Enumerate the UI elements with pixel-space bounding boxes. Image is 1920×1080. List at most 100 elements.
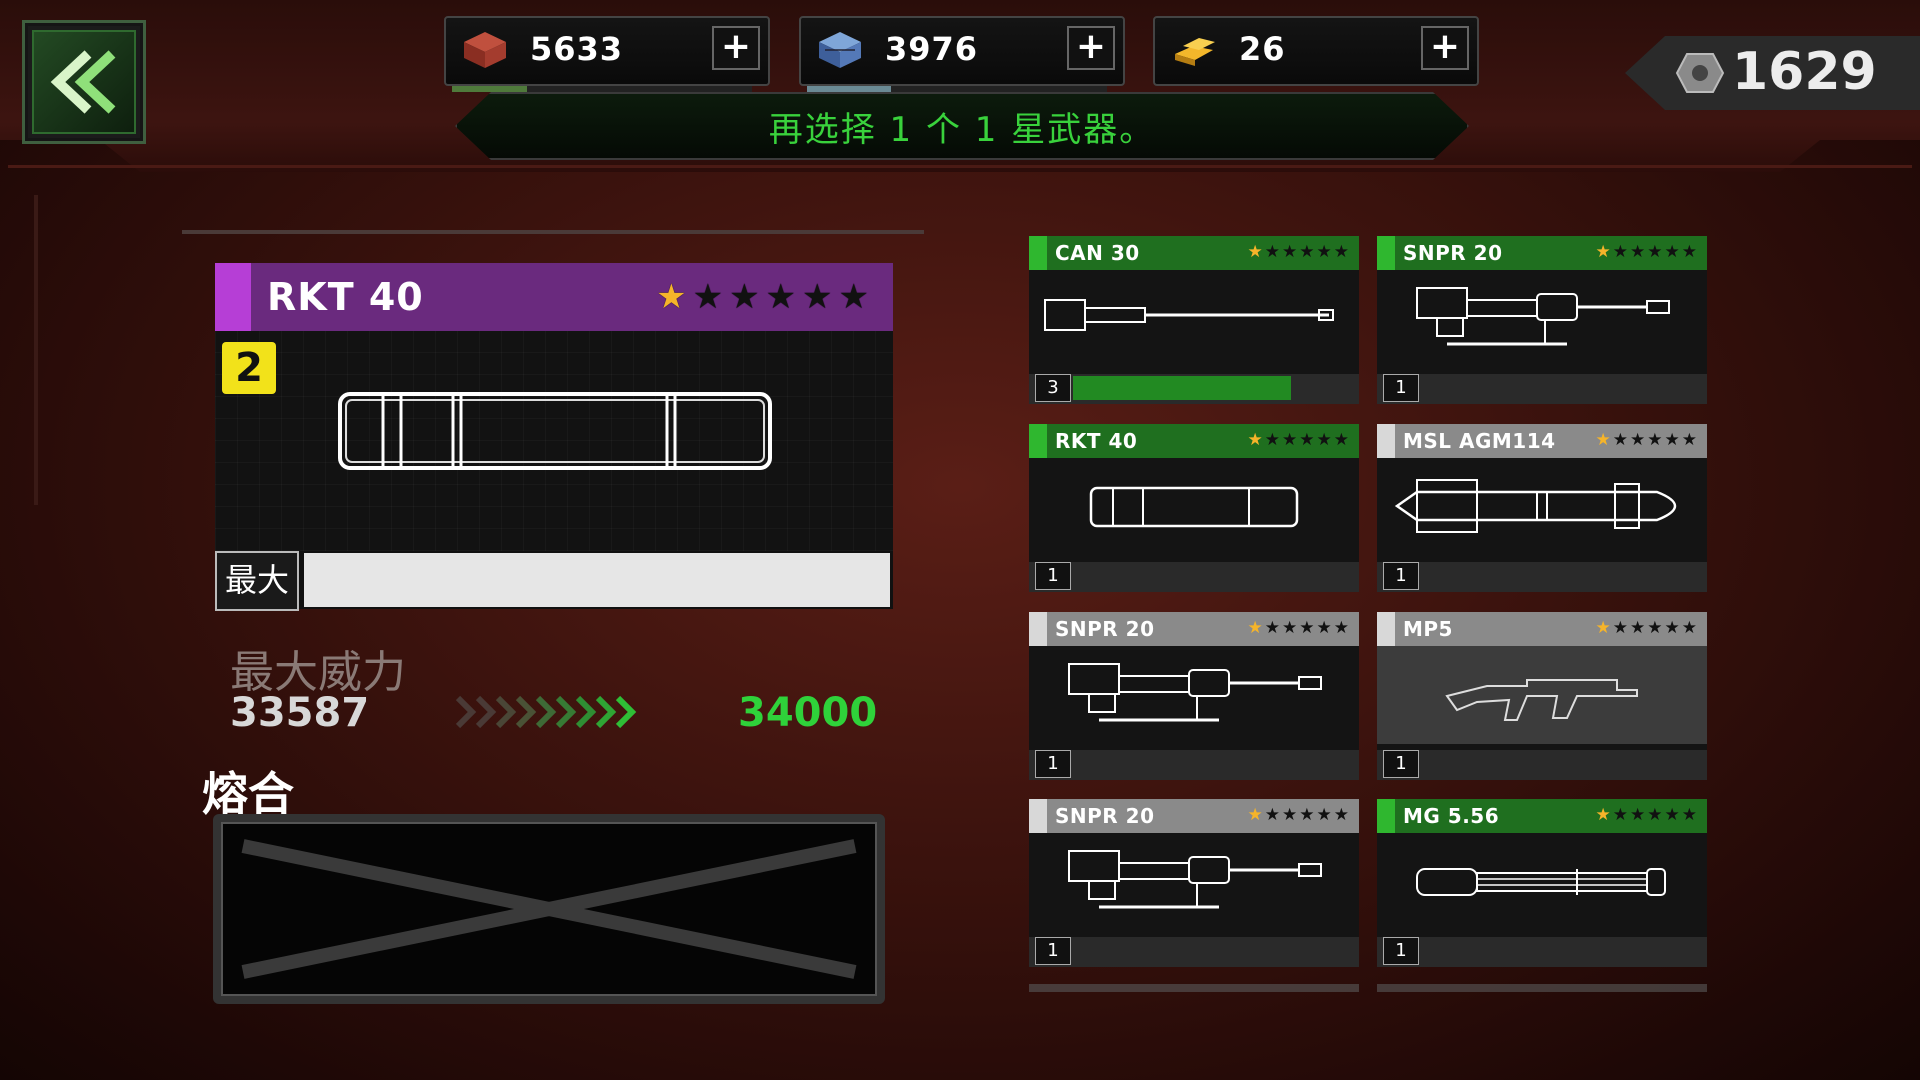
weapon-card-footer <box>1377 374 1707 404</box>
smg-icon <box>1377 646 1707 744</box>
weapon-count: 1 <box>1035 750 1071 778</box>
tier-swatch <box>1029 612 1047 646</box>
weapon-card-footer <box>1377 562 1707 592</box>
missile-icon <box>1394 479 1677 533</box>
red-crate-icon <box>464 32 506 68</box>
star-icon: ★ <box>1681 242 1697 262</box>
weapon-stars: ★ ★ ★ ★ ★ ★ <box>1596 618 1698 638</box>
star-icon: ★ <box>1664 430 1680 450</box>
back-button-face <box>32 30 136 134</box>
weapon-card-footer <box>1029 937 1359 967</box>
star-icon: ★ <box>1316 430 1332 450</box>
back-button[interactable] <box>22 20 146 144</box>
star-icon: ★ <box>1681 430 1697 450</box>
weapon-card[interactable]: SNPR 20 ★ ★ ★ ★ ★ ★ 1 <box>1377 236 1707 404</box>
weapon-card[interactable]: MG 5.56 ★ ★ ★ ★ ★ ★ 1 <box>1377 799 1707 967</box>
weapon-stars: ★ ★ ★ ★ ★ ★ <box>1596 430 1698 450</box>
gem-counter: 1629 <box>1625 36 1920 110</box>
star-icon: ★ <box>1316 242 1332 262</box>
star-icon: ★ <box>1612 618 1628 638</box>
star-icon: ★ <box>1282 805 1298 825</box>
weapon-stars: ★ ★ ★ ★ ★ ★ <box>1596 805 1698 825</box>
weapon-card[interactable]: CAN 30 ★ ★ ★ ★ ★ ★ 3 <box>1029 236 1359 404</box>
weapon-count: 1 <box>1035 562 1071 590</box>
sniper-icon <box>1068 850 1322 909</box>
star-icon: ★ <box>1299 242 1315 262</box>
weapon-card[interactable]: MSL AGM114 ★ ★ ★ ★ ★ ★ 1 <box>1377 424 1707 592</box>
power-next: 34000 <box>738 690 878 736</box>
weapon-stars: ★ ★ ★ ★ ★ ★ <box>1596 242 1698 262</box>
weapon-name: SNPR 20 <box>1403 241 1503 265</box>
star-icon: ★ <box>656 277 687 317</box>
weapon-card-header: MSL AGM114 ★ ★ ★ ★ ★ ★ <box>1377 424 1707 458</box>
power-current: 33587 <box>230 690 370 736</box>
fuse-slot-empty <box>221 822 877 996</box>
weapon-name: RKT 40 <box>1055 429 1138 453</box>
star-icon: ★ <box>1647 805 1663 825</box>
star-icon: ★ <box>1630 242 1646 262</box>
weapon-stars: ★ ★ ★ ★ ★ ★ <box>1248 242 1350 262</box>
star-icon: ★ <box>1681 805 1697 825</box>
resource-blue-crate: 3976 + <box>799 16 1125 92</box>
hex-nut-icon <box>1675 53 1725 93</box>
weapon-card[interactable]: SNPR 20 ★ ★ ★ ★ ★ ★ 1 <box>1029 612 1359 780</box>
star-icon: ★ <box>1264 618 1280 638</box>
weapon-name: MG 5.56 <box>1403 804 1500 828</box>
star-icon: ★ <box>1333 430 1349 450</box>
instruction-text: 再选择 1 个 1 星武器。 <box>768 109 1156 150</box>
weapon-card[interactable]: SNPR 20 ★ ★ ★ ★ ★ ★ 1 <box>1029 799 1359 967</box>
star-icon: ★ <box>1681 618 1697 638</box>
weapon-count: 1 <box>1383 937 1419 965</box>
weapon-name: SNPR 20 <box>1055 804 1155 828</box>
fuse-slot[interactable] <box>213 814 885 1004</box>
star-icon: ★ <box>1664 805 1680 825</box>
weapon-name: MP5 <box>1403 617 1453 641</box>
star-icon: ★ <box>1316 618 1332 638</box>
gold-bars-icon <box>1175 38 1215 66</box>
star-icon: ★ <box>1333 805 1349 825</box>
star-icon: ★ <box>1630 805 1646 825</box>
star-icon: ★ <box>1264 805 1280 825</box>
star-icon: ★ <box>1299 430 1315 450</box>
weapon-card[interactable]: RKT 40 ★ ★ ★ ★ ★ ★ 1 <box>1029 424 1359 592</box>
sniper-icon <box>1416 287 1670 346</box>
empty-slot-x-icon <box>241 839 857 979</box>
weapon-count: 1 <box>1383 750 1419 778</box>
tier-swatch <box>215 263 251 331</box>
weapon-stars: ★ ★ ★ ★ ★ ★ <box>1248 430 1350 450</box>
weapon-count: 1 <box>1035 937 1071 965</box>
star-icon: ★ <box>1630 618 1646 638</box>
grid-scroll-edge-right <box>1377 984 1707 992</box>
cannon-icon <box>1044 299 1334 331</box>
weapon-card-footer <box>1377 937 1707 967</box>
star-icon: ★ <box>1612 805 1628 825</box>
star-icon: ★ <box>1333 618 1349 638</box>
resource-gold-bars-value: 26 <box>1239 30 1286 68</box>
tier-swatch <box>1377 612 1395 646</box>
tier-swatch <box>1029 236 1047 270</box>
resource-red-crate-value: 5633 <box>530 30 624 68</box>
weapon-name: CAN 30 <box>1055 241 1140 265</box>
weapon-card-header: SNPR 20 ★ ★ ★ ★ ★ ★ <box>1029 612 1359 646</box>
top-divider <box>8 165 1912 168</box>
star-icon: ★ <box>1264 430 1280 450</box>
selected-weapon-stars: ★ ★ ★ ★ ★ ★ <box>656 277 869 317</box>
star-icon: ★ <box>729 277 760 317</box>
rocket-pod-icon <box>338 392 772 470</box>
max-row: 最大 <box>215 551 893 611</box>
resource-gold-bars: 26 + <box>1153 16 1479 86</box>
star-icon: ★ <box>1282 618 1298 638</box>
resource-blue-crate-bar <box>807 86 1107 92</box>
weapon-progress <box>1073 376 1292 400</box>
star-icon: ★ <box>692 277 724 317</box>
resource-blue-crate-value: 3976 <box>885 30 979 68</box>
add-blue-crate-button[interactable]: + <box>1067 26 1115 70</box>
add-red-crate-button[interactable]: + <box>712 26 760 70</box>
weapon-card[interactable]: MP5 ★ ★ ★ ★ ★ ★ 1 <box>1377 612 1707 780</box>
blue-crate-icon <box>819 32 861 68</box>
star-icon: ★ <box>1333 242 1349 262</box>
add-gold-bars-button[interactable]: + <box>1421 26 1469 70</box>
weapon-card-header: RKT 40 ★ ★ ★ ★ ★ ★ <box>1029 424 1359 458</box>
minigun-icon <box>1416 868 1666 896</box>
tier-swatch <box>1029 799 1047 833</box>
